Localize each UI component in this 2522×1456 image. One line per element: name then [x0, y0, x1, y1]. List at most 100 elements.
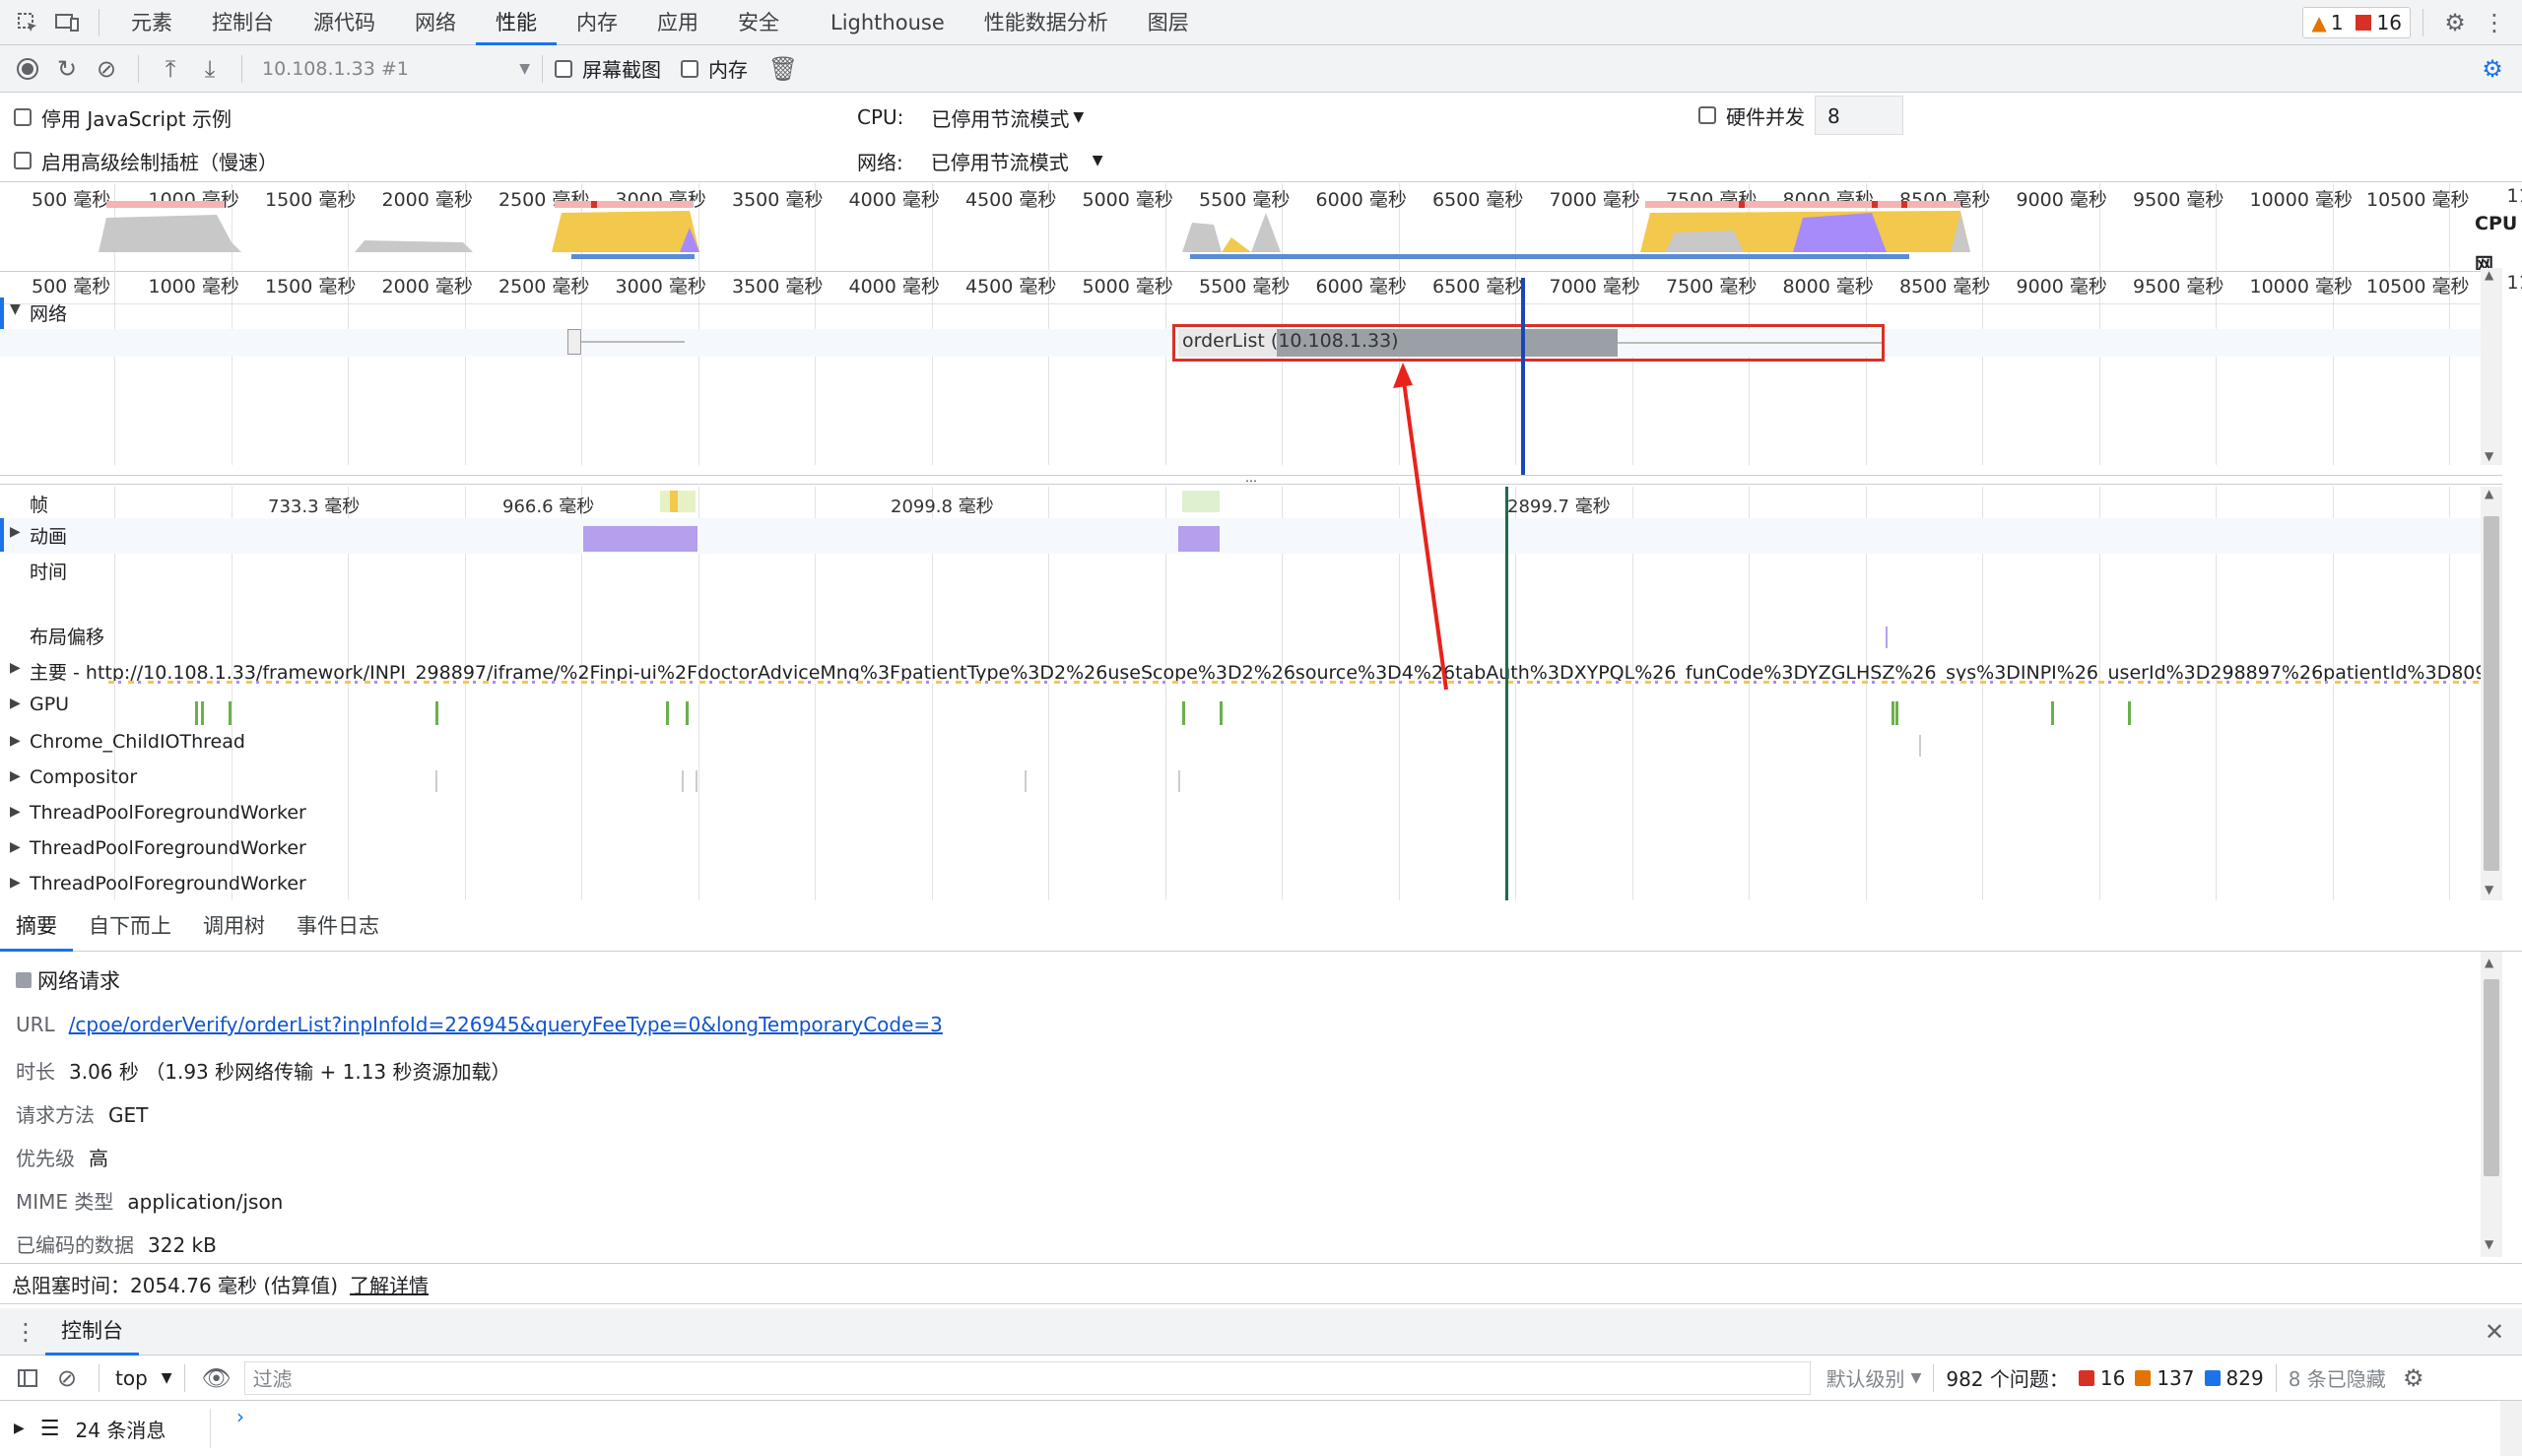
expand-triangle-icon[interactable]: ▶ — [10, 660, 21, 676]
cpu-throttle-select[interactable]: 已停用节流模式 — [931, 103, 1069, 132]
main-thread-activity[interactable] — [108, 681, 2492, 684]
issues-button[interactable]: 982 个问题： 16 137 829 — [1946, 1363, 2263, 1392]
scroll-down-icon[interactable]: ▼ — [2485, 1237, 2493, 1251]
animation-block[interactable] — [1178, 526, 1220, 552]
collapse-triangle-icon[interactable]: ▼ — [10, 301, 21, 317]
frame-block[interactable] — [660, 491, 696, 512]
gpu-task[interactable] — [2051, 701, 2054, 725]
tab-9[interactable]: 性能数据分析 — [964, 0, 1128, 45]
gpu-task[interactable] — [201, 701, 204, 725]
gpu-task[interactable] — [1892, 701, 1894, 725]
details-tab-0[interactable]: 摘要 — [0, 902, 73, 952]
expand-triangle-icon[interactable]: ▶ — [10, 768, 21, 784]
advanced-paint-checkbox[interactable] — [14, 152, 32, 169]
frame-block[interactable] — [1182, 491, 1220, 512]
url-link[interactable]: /cpoe/orderVerify/orderList?inpInfoId=22… — [69, 1013, 943, 1036]
scroll-thumb[interactable] — [2484, 516, 2499, 871]
reload-record-icon[interactable]: ↻ — [47, 49, 87, 89]
scroll-up-icon[interactable]: ▲ — [2485, 268, 2493, 282]
gpu-task[interactable] — [686, 701, 689, 725]
tracks-scrollbar[interactable]: ▲ ▼ — [2481, 487, 2502, 900]
timeline-overview[interactable]: 500 毫秒 1000 毫秒 1500 毫秒 2000 毫秒 2500 毫秒 3000 毫… — [0, 183, 2522, 272]
details-tab-2[interactable]: 调用树 — [187, 902, 281, 952]
close-drawer-icon[interactable]: ✕ — [2475, 1312, 2514, 1352]
gpu-task[interactable] — [666, 701, 669, 725]
context-select[interactable]: top — [115, 1366, 148, 1390]
console-scrollbar[interactable] — [2500, 1401, 2522, 1456]
layout-shift-marker[interactable] — [1886, 627, 1888, 648]
compositor-task[interactable] — [1178, 770, 1180, 792]
frame-block-partial[interactable] — [670, 491, 678, 512]
frame-duration-3[interactable]: 2899.7 毫秒 — [1507, 493, 1611, 518]
eye-icon[interactable]: 👁 — [197, 1358, 236, 1398]
log-level-select[interactable]: 默认级别 — [1826, 1363, 1905, 1392]
gpu-task[interactable] — [435, 701, 438, 725]
more-menu-icon[interactable]: ⋮ — [2475, 3, 2514, 42]
filter-input[interactable]: 过滤 — [243, 1360, 1811, 1395]
expand-triangle-icon[interactable]: ▶ — [10, 839, 21, 855]
capture-settings-gear-icon[interactable]: ⚙ — [2473, 49, 2512, 89]
network-scrollbar[interactable]: ▲ ▼ — [2481, 268, 2502, 465]
network-throttle-select[interactable]: 已停用节流模式 — [931, 147, 1069, 175]
scroll-up-icon[interactable]: ▲ — [2485, 956, 2493, 969]
tab-10[interactable]: 图层 — [1128, 0, 1209, 45]
memory-checkbox[interactable] — [681, 59, 698, 78]
clear-icon[interactable]: ⊘ — [87, 49, 126, 89]
record-icon[interactable] — [8, 49, 47, 89]
gpu-task[interactable] — [1182, 701, 1185, 725]
details-tab-1[interactable]: 自下而上 — [73, 902, 187, 952]
frame-duration-2[interactable]: 2099.8 毫秒 — [891, 493, 994, 518]
download-icon[interactable]: ⤓ — [190, 49, 230, 89]
compositor-task[interactable] — [682, 770, 684, 792]
compositor-task[interactable] — [1025, 770, 1027, 792]
hw-concurrency-checkbox[interactable] — [1698, 106, 1716, 124]
tab-8[interactable]: Lighthouse — [811, 0, 964, 45]
scroll-down-icon[interactable]: ▼ — [2485, 449, 2493, 463]
frame-duration-0[interactable]: 733.3 毫秒 — [268, 493, 360, 518]
expand-triangle-icon[interactable]: ▶ — [10, 875, 21, 891]
gpu-task[interactable] — [229, 701, 232, 725]
gpu-task[interactable] — [2128, 701, 2131, 725]
gpu-task[interactable] — [1220, 701, 1223, 725]
settings-gear-icon[interactable]: ⚙ — [2435, 3, 2475, 42]
animation-block[interactable] — [583, 526, 697, 552]
tab-4[interactable]: 性能 — [476, 0, 557, 45]
messages-sidebar-item[interactable]: ▶ ☰ 24 条消息 — [14, 1409, 211, 1448]
tab-5[interactable]: 内存 — [557, 0, 637, 45]
details-tab-3[interactable]: 事件日志 — [281, 902, 395, 952]
drawer-tab-console[interactable]: 控制台 — [45, 1308, 139, 1356]
scroll-down-icon[interactable]: ▼ — [2485, 883, 2493, 896]
tab-1[interactable]: 控制台 — [192, 0, 294, 45]
drawer-menu-icon[interactable]: ⋮ — [6, 1312, 45, 1352]
expand-triangle-icon[interactable]: ▶ — [10, 524, 21, 540]
trash-icon[interactable]: 🗑 — [763, 49, 803, 89]
gpu-task[interactable] — [195, 701, 198, 725]
console-prompt-icon[interactable]: › — [236, 1405, 244, 1428]
network-request-small[interactable] — [567, 329, 581, 355]
splitter-handle[interactable]: … — [0, 472, 2502, 485]
frame-duration-1[interactable]: 966.6 毫秒 — [502, 493, 594, 518]
learn-more-link[interactable]: 了解详情 — [350, 1270, 429, 1298]
profile-select[interactable]: 10.108.1.33 #1 ▼ — [254, 58, 530, 80]
summary-scrollbar[interactable]: ▲ ▼ — [2481, 952, 2502, 1257]
issues-counter[interactable]: ▲ 1 16 — [2302, 6, 2411, 38]
disable-js-samples-checkbox[interactable] — [14, 108, 32, 126]
device-toggle-icon[interactable] — [47, 3, 87, 42]
tab-0[interactable]: 元素 — [111, 0, 192, 45]
tab-6[interactable]: 应用 — [637, 0, 718, 45]
tab-3[interactable]: 网络 — [395, 0, 476, 45]
scroll-up-icon[interactable]: ▲ — [2485, 487, 2493, 500]
hw-concurrency-input[interactable]: 8 — [1815, 96, 1903, 135]
screenshot-checkbox[interactable] — [555, 59, 572, 78]
scroll-thumb[interactable] — [2484, 979, 2499, 1176]
console-settings-gear-icon[interactable]: ⚙ — [2394, 1358, 2433, 1398]
inspect-element-icon[interactable] — [8, 3, 47, 42]
expand-triangle-icon[interactable]: ▶ — [10, 695, 21, 711]
tab-7[interactable]: 安全 — [718, 0, 799, 45]
compositor-task[interactable] — [435, 770, 437, 792]
gpu-task[interactable] — [1895, 701, 1898, 725]
upload-icon[interactable]: ⤒ — [151, 49, 190, 89]
expand-triangle-icon[interactable]: ▶ — [10, 804, 21, 820]
expand-triangle-icon[interactable]: ▶ — [10, 733, 21, 749]
compositor-task[interactable] — [696, 770, 697, 792]
